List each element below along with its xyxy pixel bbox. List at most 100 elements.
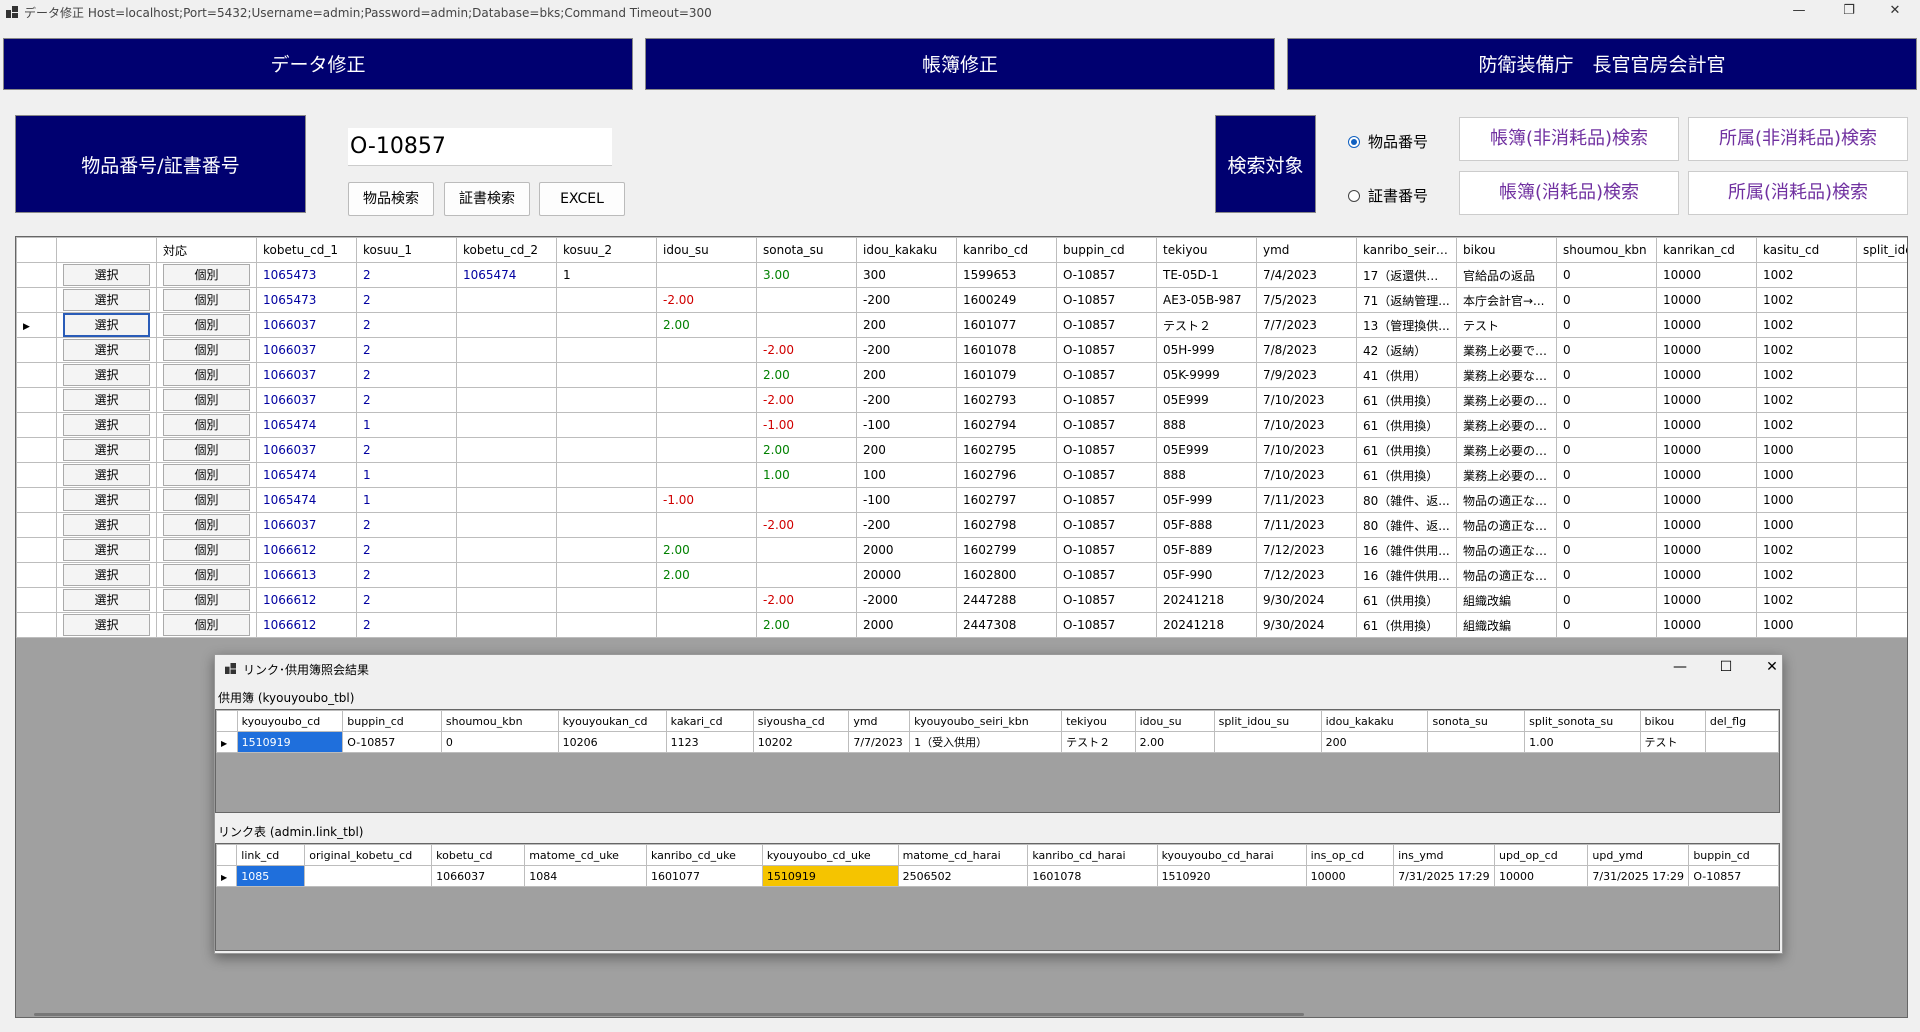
cell-kobetu-cd-1[interactable]: 1066037: [256, 362, 357, 388]
grid-cell[interactable]: 10202: [752, 731, 850, 753]
cell-tekiyou[interactable]: 20241218: [1156, 612, 1257, 638]
column-header[interactable]: kobetu_cd_1: [256, 237, 357, 263]
select-button-cell[interactable]: 選択: [56, 337, 157, 363]
grid-cell[interactable]: 7/31/2025 17:29: [1587, 865, 1690, 887]
cell-kobetu-cd-2[interactable]: [456, 587, 557, 613]
cell-kosuu-1[interactable]: 2: [356, 362, 457, 388]
cell-idou-kakaku[interactable]: 300: [856, 262, 957, 288]
cell-ymd[interactable]: 7/12/2023: [1256, 562, 1357, 588]
cell-kosuu-2[interactable]: [556, 612, 657, 638]
cell-bikou[interactable]: 業務上必要なため: [1456, 362, 1557, 388]
select-button[interactable]: 選択: [63, 439, 150, 461]
cell-kasitu-cd[interactable]: 1002: [1756, 312, 1857, 338]
grid-cell[interactable]: 7/31/2025 17:29: [1393, 865, 1496, 887]
column-header[interactable]: upd_ymd: [1587, 844, 1690, 866]
cell-shoumou-kbn[interactable]: 0: [1556, 612, 1657, 638]
cell-buppin-cd[interactable]: O-10857: [1056, 462, 1157, 488]
cell-idou-su[interactable]: [656, 262, 757, 288]
column-header[interactable]: kobetu_cd_2: [456, 237, 557, 263]
taiou-button[interactable]: 個別: [163, 514, 250, 536]
column-header[interactable]: kanribo_cd_harai: [1027, 844, 1158, 866]
cell-split-idou[interactable]: [1856, 262, 1907, 288]
cell-kanrikan-cd[interactable]: 10000: [1656, 412, 1757, 438]
row-header[interactable]: [16, 537, 57, 563]
select-button-cell[interactable]: 選択: [56, 262, 157, 288]
cell-sonota-su[interactable]: [756, 562, 857, 588]
cell-sonota-su[interactable]: 3.00: [756, 262, 857, 288]
grid-cell[interactable]: 1066037: [431, 865, 526, 887]
row-header[interactable]: [16, 487, 57, 513]
cell-bikou[interactable]: 業務上必要のため: [1456, 437, 1557, 463]
cell-kanribo-seiri-kbn[interactable]: 13（管理換供...: [1356, 312, 1457, 338]
ledger-consumable-search-button[interactable]: 帳簿(消耗品)検索: [1459, 171, 1679, 215]
column-header[interactable]: sonota_su: [756, 237, 857, 263]
cell-kosuu-1[interactable]: 2: [356, 287, 457, 313]
cell-kasitu-cd[interactable]: 1002: [1756, 562, 1857, 588]
taiou-button-cell[interactable]: 個別: [156, 337, 257, 363]
cell-idou-kakaku[interactable]: -200: [856, 337, 957, 363]
cell-kosuu-1[interactable]: 2: [356, 337, 457, 363]
cell-kasitu-cd[interactable]: 1000: [1756, 512, 1857, 538]
cell-bikou[interactable]: 組織改編: [1456, 587, 1557, 613]
cell-kanribo-seiri-kbn[interactable]: 61（供用換）: [1356, 462, 1457, 488]
cell-kosuu-2[interactable]: [556, 287, 657, 313]
taiou-button[interactable]: 個別: [163, 289, 250, 311]
row-header[interactable]: [16, 337, 57, 363]
select-button[interactable]: 選択: [63, 289, 150, 311]
select-button[interactable]: 選択: [63, 389, 150, 411]
taiou-button-cell[interactable]: 個別: [156, 562, 257, 588]
cell-idou-su[interactable]: [656, 387, 757, 413]
cell-kobetu-cd-1[interactable]: 1066612: [256, 587, 357, 613]
cell-kanribo-cd[interactable]: 1602798: [956, 512, 1057, 538]
cell-kosuu-2[interactable]: [556, 487, 657, 513]
column-header[interactable]: split_sonota_su: [1524, 710, 1641, 732]
cell-buppin-cd[interactable]: O-10857: [1056, 412, 1157, 438]
cell-kobetu-cd-2[interactable]: [456, 562, 557, 588]
grid-cell[interactable]: [1213, 731, 1322, 753]
cell-kobetu-cd-1[interactable]: 1066037: [256, 437, 357, 463]
cell-kasitu-cd[interactable]: 1002: [1756, 412, 1857, 438]
cell-kobetu-cd-2[interactable]: [456, 312, 557, 338]
cell-kanrikan-cd[interactable]: 10000: [1656, 487, 1757, 513]
cell-split-idou[interactable]: [1856, 387, 1907, 413]
cell-kobetu-cd-1[interactable]: 1066037: [256, 312, 357, 338]
cell-kasitu-cd[interactable]: 1000: [1756, 487, 1857, 513]
taiou-button-cell[interactable]: 個別: [156, 312, 257, 338]
row-header[interactable]: [16, 262, 57, 288]
cell-kosuu-1[interactable]: 2: [356, 312, 457, 338]
cell-idou-kakaku[interactable]: 200: [856, 312, 957, 338]
select-button[interactable]: 選択: [63, 414, 150, 436]
cell-idou-su[interactable]: [656, 362, 757, 388]
column-header[interactable]: buppin_cd: [1056, 237, 1157, 263]
cell-kosuu-1[interactable]: 2: [356, 512, 457, 538]
column-header[interactable]: buppin_cd: [1688, 844, 1779, 866]
cell-buppin-cd[interactable]: O-10857: [1056, 512, 1157, 538]
column-header[interactable]: upd_op_cd: [1494, 844, 1589, 866]
cell-kobetu-cd-2[interactable]: [456, 512, 557, 538]
cell-kanribo-seiri-kbn[interactable]: 16（雑件供用...: [1356, 562, 1457, 588]
cell-kosuu-2[interactable]: 1: [556, 262, 657, 288]
cell-split-idou[interactable]: [1856, 487, 1907, 513]
column-header[interactable]: ymd: [848, 710, 911, 732]
taiou-button-cell[interactable]: 個別: [156, 387, 257, 413]
cell-sonota-su[interactable]: -2.00: [756, 337, 857, 363]
taiou-button[interactable]: 個別: [163, 414, 250, 436]
table-row[interactable]: 選択 個別 1066612 2 2.00 2000 2447308 O-10857 202412…: [16, 612, 1907, 638]
grid-cell[interactable]: 0: [440, 731, 559, 753]
cell-kasitu-cd[interactable]: 1002: [1756, 587, 1857, 613]
column-header[interactable]: bikou: [1456, 237, 1557, 263]
table-row[interactable]: 選択 個別 1065474 1 -1.00 -100 1602794 O-10857 888 7/…: [16, 412, 1907, 438]
cell-kanribo-cd[interactable]: 1602799: [956, 537, 1057, 563]
cell-ymd[interactable]: 7/7/2023: [1256, 312, 1357, 338]
cell-idou-su[interactable]: [656, 512, 757, 538]
sub-minimize-icon[interactable]: —: [1665, 659, 1695, 675]
table-row[interactable]: 選択 個別 1065473 2 1065474 1 3.00 300 1599653 O-1085…: [16, 262, 1907, 288]
cell-sonota-su[interactable]: -2.00: [756, 587, 857, 613]
ledger-nonconsumable-search-button[interactable]: 帳簿(非消耗品)検索: [1459, 117, 1679, 161]
cell-bikou[interactable]: 物品の適正な管...: [1456, 512, 1557, 538]
cell-split-idou[interactable]: [1856, 537, 1907, 563]
cell-bikou[interactable]: 本庁会計官→...: [1456, 287, 1557, 313]
table-row[interactable]: 選択 個別 1066612 2 2.00 2000 1602799 O-10857 05F-88…: [16, 537, 1907, 563]
cell-sonota-su[interactable]: 1.00: [756, 462, 857, 488]
cell-idou-kakaku[interactable]: 200: [856, 437, 957, 463]
